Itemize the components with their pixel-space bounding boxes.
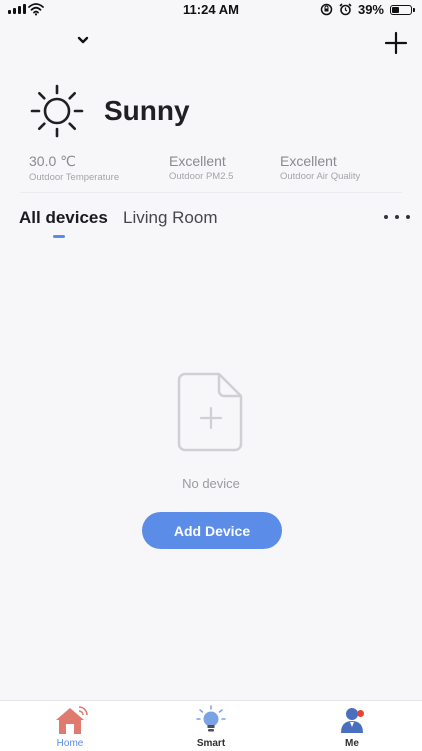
active-tab-indicator bbox=[53, 235, 65, 238]
bottom-nav: Home Smart Me bbox=[0, 700, 422, 751]
status-bar: 11:24 AM 39% bbox=[0, 0, 422, 20]
home-selector[interactable] bbox=[74, 30, 92, 50]
battery-level bbox=[392, 6, 399, 13]
metric-label: Outdoor Air Quality bbox=[280, 171, 361, 182]
metric-value: Excellent bbox=[280, 153, 337, 169]
nav-me[interactable]: Me bbox=[317, 705, 387, 749]
add-device-button[interactable]: Add Device bbox=[142, 512, 282, 549]
metric-value: Excellent bbox=[169, 153, 226, 169]
home-icon bbox=[56, 706, 88, 734]
dot bbox=[395, 215, 399, 219]
nav-me-label: Me bbox=[345, 738, 359, 749]
metric-label: Outdoor PM2.5 bbox=[169, 171, 234, 182]
rotation-lock-icon bbox=[320, 3, 333, 16]
battery-percent: 39% bbox=[357, 2, 384, 17]
nav-home-label: Home bbox=[56, 738, 84, 749]
nav-smart-label: Smart bbox=[196, 738, 226, 749]
nav-home[interactable]: Home bbox=[35, 705, 105, 749]
dot bbox=[406, 215, 410, 219]
notification-badge bbox=[357, 710, 364, 717]
divider bbox=[20, 192, 402, 193]
chevron-down-icon bbox=[77, 36, 89, 44]
more-options-button[interactable] bbox=[384, 210, 410, 224]
metric-outdoor-temperature: 30.0 ℃ Outdoor Temperature bbox=[29, 153, 119, 183]
dot bbox=[384, 215, 388, 219]
lightbulb-icon bbox=[196, 705, 226, 732]
empty-state-message: No device bbox=[182, 476, 240, 491]
empty-document-icon bbox=[177, 372, 243, 452]
tab-living-room[interactable]: Living Room bbox=[123, 208, 218, 228]
sun-icon bbox=[30, 84, 84, 138]
status-right: 39% bbox=[320, 2, 415, 17]
metric-outdoor-air-quality: Excellent Outdoor Air Quality bbox=[280, 153, 360, 182]
plus-icon bbox=[384, 31, 408, 55]
metric-outdoor-pm25: Excellent Outdoor PM2.5 bbox=[169, 153, 233, 182]
add-button[interactable] bbox=[382, 29, 410, 57]
nav-smart[interactable]: Smart bbox=[176, 705, 246, 749]
tab-all-devices[interactable]: All devices bbox=[19, 208, 108, 228]
weather-condition: Sunny bbox=[104, 95, 190, 126]
metric-label: Outdoor Temperature bbox=[29, 172, 120, 183]
metric-value: 30.0 ℃ bbox=[29, 153, 76, 169]
alarm-icon bbox=[339, 3, 352, 16]
user-icon bbox=[341, 708, 363, 733]
battery-icon bbox=[390, 4, 415, 15]
